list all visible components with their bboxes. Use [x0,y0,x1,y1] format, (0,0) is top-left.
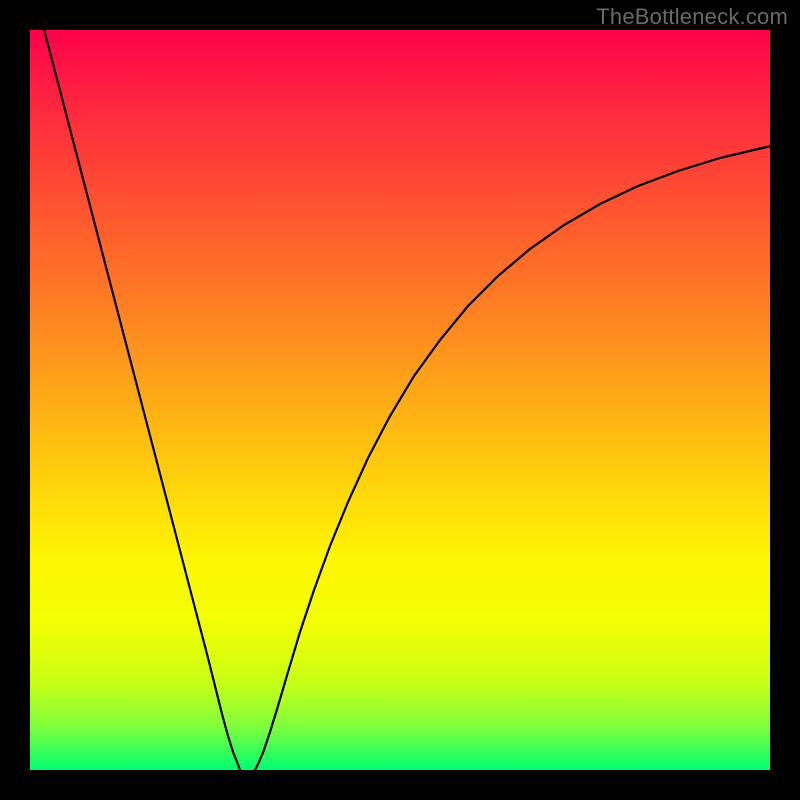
bottleneck-chart: TheBottleneck.com [0,0,800,800]
watermark-text: TheBottleneck.com [596,4,788,30]
chart-svg [0,0,800,800]
